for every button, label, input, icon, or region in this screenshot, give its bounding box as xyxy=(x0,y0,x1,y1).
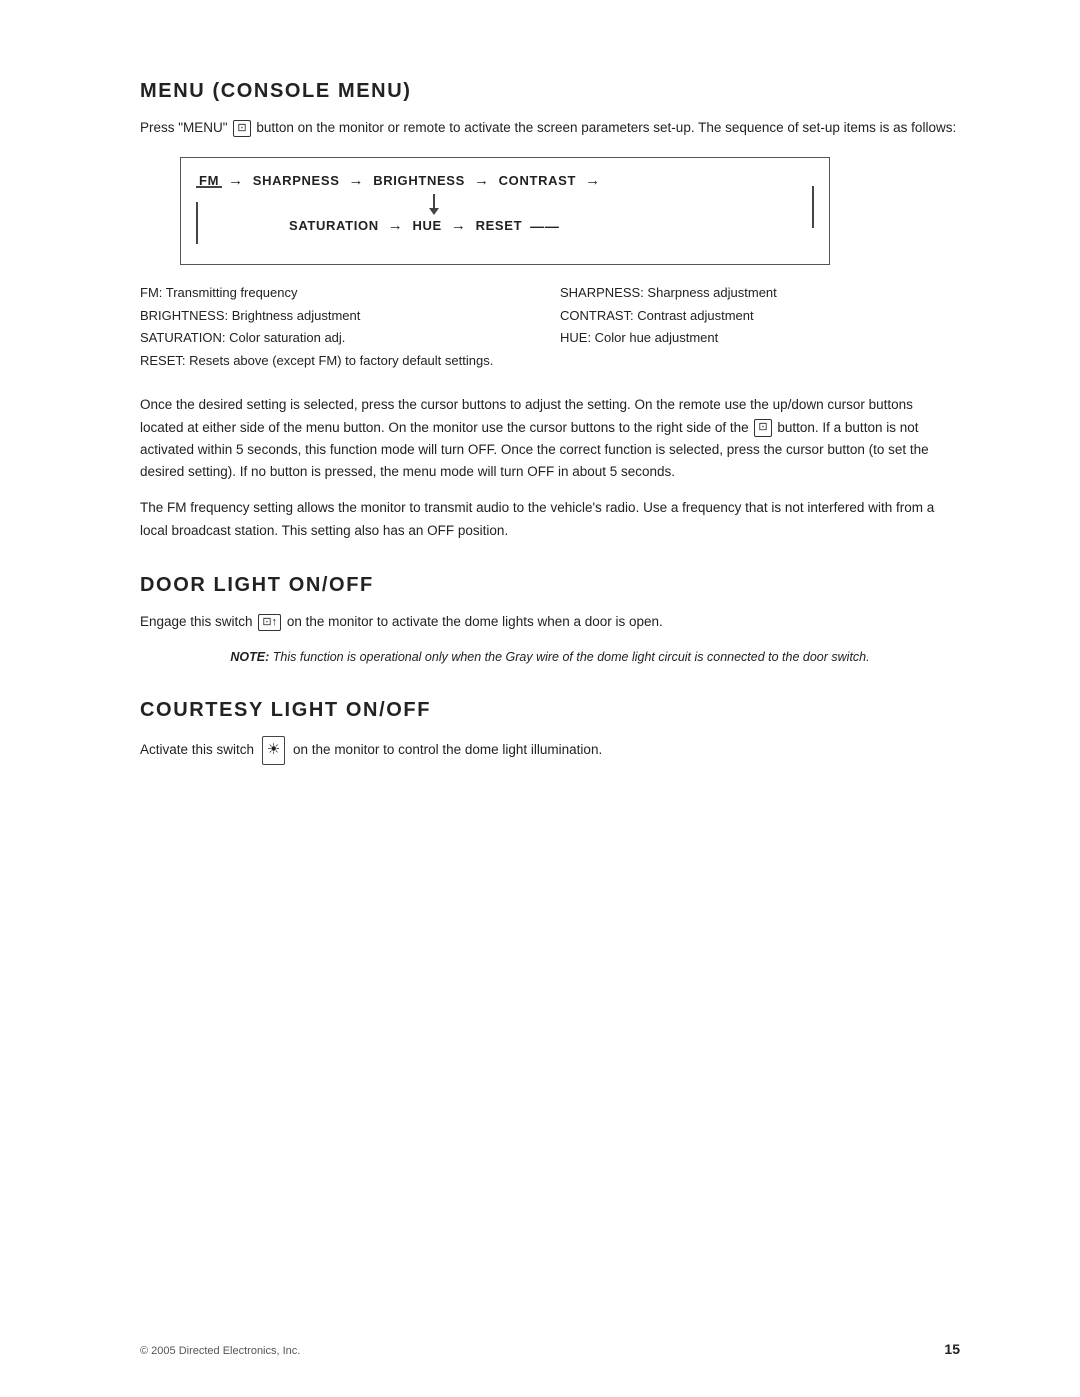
connector-left-vert xyxy=(196,202,198,244)
diag-arrow-4: → xyxy=(585,172,601,189)
diag-arrow-1: → xyxy=(228,172,244,189)
courtesy-light-title: Courtesy Light On/Off xyxy=(140,699,960,722)
legend-saturation: SATURATION: Color saturation adj. xyxy=(140,328,540,348)
page: Menu (Console Menu) Press "MENU" ⊡ butto… xyxy=(0,0,1080,1397)
courtesy-switch-icon: ☀ xyxy=(262,736,285,765)
connector-right-vert xyxy=(812,186,814,228)
legend-reset: RESET: Resets above (except FM) to facto… xyxy=(140,351,960,371)
door-switch-icon: ⊡↑ xyxy=(258,614,281,631)
diagram-top-row: FM → SHARPNESS → BRIGHTNESS → CONTRAST → xyxy=(199,172,811,189)
door-light-title: Door Light On/Off xyxy=(140,574,960,597)
courtesy-light-text-before: Activate this switch xyxy=(140,742,254,757)
door-light-text-after: on the monitor to activate the dome ligh… xyxy=(287,614,663,629)
diag-arrow-5: → xyxy=(388,217,404,234)
diag-dash: —— xyxy=(530,218,559,234)
legend-brightness: BRIGHTNESS: Brightness adjustment xyxy=(140,306,540,326)
legend-hue: HUE: Color hue adjustment xyxy=(560,328,960,348)
diag-brightness: BRIGHTNESS xyxy=(373,173,465,188)
connector-top-horiz xyxy=(196,186,222,188)
diag-arrow-6: → xyxy=(451,217,467,234)
door-light-para: Engage this switch ⊡↑ on the monitor to … xyxy=(140,611,960,633)
menu-button-icon: ⊡ xyxy=(233,120,250,137)
door-light-text-before: Engage this switch xyxy=(140,614,253,629)
diag-arrow-3: → xyxy=(474,172,490,189)
legend-table: FM: Transmitting frequency SHARPNESS: Sh… xyxy=(140,283,960,370)
diag-hue: HUE xyxy=(412,218,441,233)
page-footer: © 2005 Directed Electronics, Inc. 15 xyxy=(140,1341,960,1357)
down-arrow xyxy=(429,194,439,215)
courtesy-light-para: Activate this switch ☀ on the monitor to… xyxy=(140,736,960,765)
menu-para2: The FM frequency setting allows the moni… xyxy=(140,497,960,542)
diag-saturation: SATURATION xyxy=(289,218,379,233)
diag-arrow-2: → xyxy=(349,172,365,189)
page-number: 15 xyxy=(944,1341,960,1357)
menu-intro-para: Press "MENU" ⊡ button on the monitor or … xyxy=(140,117,960,139)
menu-intro-text: Press "MENU" xyxy=(140,120,228,135)
courtesy-light-text-after: on the monitor to control the dome light… xyxy=(293,742,602,757)
diagram-bottom-row: SATURATION → HUE → RESET —— xyxy=(289,217,811,234)
diag-reset: RESET xyxy=(476,218,523,233)
menu-intro-rest: button on the monitor or remote to activ… xyxy=(256,120,956,135)
copyright-text: © 2005 Directed Electronics, Inc. xyxy=(140,1345,300,1357)
legend-contrast: CONTRAST: Contrast adjustment xyxy=(560,306,960,326)
menu-title: Menu (Console Menu) xyxy=(140,80,960,103)
legend-fm: FM: Transmitting frequency xyxy=(140,283,540,303)
diag-contrast: CONTRAST xyxy=(499,173,576,188)
legend-sharpness: SHARPNESS: Sharpness adjustment xyxy=(560,283,960,303)
menu-cursor-icon: ⊡ xyxy=(754,419,771,436)
menu-para1: Once the desired setting is selected, pr… xyxy=(140,394,960,483)
flow-diagram: FM → SHARPNESS → BRIGHTNESS → CONTRAST →… xyxy=(180,157,830,265)
door-light-note: NOTE: This function is operational only … xyxy=(220,647,880,667)
connector-left-horiz-stub xyxy=(196,242,198,244)
diag-sharpness: SHARPNESS xyxy=(253,173,340,188)
